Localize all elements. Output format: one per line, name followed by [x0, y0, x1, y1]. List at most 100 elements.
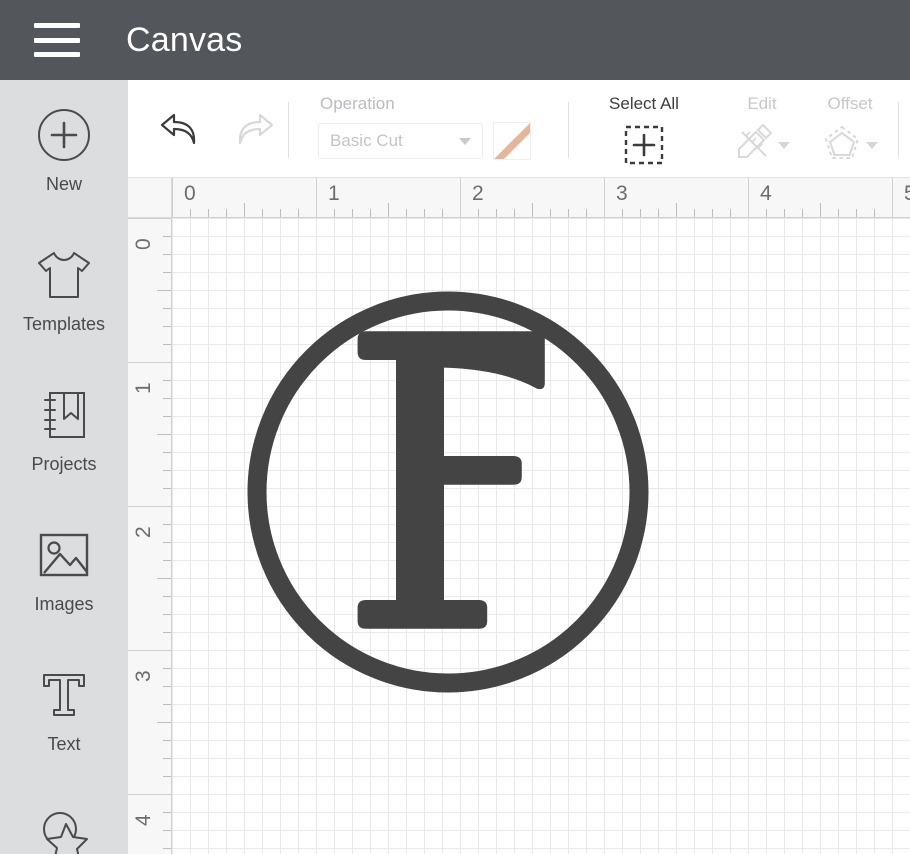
ruler-major-line [316, 178, 317, 217]
ruler-major-line [128, 218, 171, 219]
edit-button[interactable]: Edit [716, 94, 808, 166]
ruler-tick [163, 344, 171, 345]
ruler-major-line [128, 794, 171, 795]
ruler-tick [163, 758, 171, 759]
ruler-tick [163, 686, 171, 687]
ruler-label: 0 [132, 238, 155, 250]
ruler-tick [163, 398, 171, 399]
hamburger-line [34, 23, 80, 28]
edit-pencil-ruler-icon [734, 123, 774, 167]
ruler-tick [334, 209, 335, 217]
toolbar-divider [568, 102, 569, 158]
vertical-ruler[interactable]: 0 1 2 3 4 [128, 218, 172, 854]
ruler-tick [514, 209, 515, 217]
toolbar-divider [898, 102, 899, 158]
ruler-tick [550, 209, 551, 217]
offset-label: Offset [827, 94, 873, 113]
chevron-down-icon [778, 141, 790, 149]
notebook-bookmark-icon [35, 386, 93, 444]
design-canvas[interactable] [172, 218, 910, 854]
ruler-tick [163, 326, 171, 327]
app-header: Canvas [0, 0, 910, 80]
redo-arrow-icon[interactable] [230, 106, 278, 152]
left-sidebar: New Templates Projects Images Text [0, 80, 128, 854]
ruler-tick [262, 209, 263, 217]
ruler-tick [442, 209, 443, 217]
linetype-swatch-icon[interactable] [493, 122, 531, 160]
ruler-tick [424, 209, 425, 217]
ruler-tick [388, 203, 389, 217]
select-all-button[interactable]: Select All [594, 94, 694, 166]
ruler-tick [298, 209, 299, 217]
image-icon [35, 526, 93, 584]
ruler-major-line [172, 178, 173, 217]
ruler-tick [157, 722, 171, 723]
hamburger-line [34, 37, 80, 43]
ruler-tick [856, 209, 857, 217]
ruler-tick [163, 776, 171, 777]
ruler-major-line [892, 178, 893, 217]
ruler-tick [640, 209, 641, 217]
offset-pentagon-icon [822, 124, 862, 167]
tshirt-icon [35, 246, 93, 304]
ruler-tick [157, 578, 171, 579]
ruler-label: 1 [328, 182, 340, 205]
ruler-tick [694, 209, 695, 217]
ruler-tick [163, 308, 171, 309]
operation-value: Basic Cut [330, 131, 403, 150]
ruler-tick [163, 632, 171, 633]
ruler-tick [163, 668, 171, 669]
ruler-tick [163, 830, 171, 831]
ruler-tick [163, 704, 171, 705]
swatch-stripe [494, 123, 530, 159]
offset-button[interactable]: Offset [800, 94, 900, 166]
ruler-tick [352, 209, 353, 217]
circled-letter-f[interactable] [238, 282, 658, 702]
sidebar-item-new[interactable]: New [0, 80, 128, 220]
sidebar-item-projects[interactable]: Projects [0, 360, 128, 500]
ruler-major-line [748, 178, 749, 217]
select-all-icon [623, 124, 665, 166]
select-all-label: Select All [609, 94, 679, 113]
sidebar-item-label: Text [47, 733, 81, 754]
sidebar-item-images[interactable]: Images [0, 500, 128, 640]
ruler-tick [766, 209, 767, 217]
ruler-tick [622, 209, 623, 217]
sidebar-item-shapes[interactable]: Shapes [0, 780, 128, 854]
horizontal-ruler[interactable]: 0 1 2 3 4 5 [172, 178, 910, 218]
ruler-tick [874, 209, 875, 217]
operation-select[interactable]: Basic Cut [318, 123, 483, 159]
ruler-tick [163, 470, 171, 471]
ruler-major-line [460, 178, 461, 217]
ruler-tick [163, 542, 171, 543]
hamburger-line [34, 52, 80, 57]
ruler-corner [128, 178, 172, 218]
ruler-tick [163, 848, 171, 849]
ruler-tick [163, 254, 171, 255]
ruler-tick [676, 203, 677, 217]
page-title: Canvas [126, 20, 243, 59]
ruler-tick [658, 209, 659, 217]
chevron-down-icon [459, 137, 471, 145]
ruler-tick [838, 209, 839, 217]
shapes-star-circle-icon [35, 806, 93, 854]
ruler-tick [586, 209, 587, 217]
ruler-tick [163, 524, 171, 525]
ruler-tick [280, 209, 281, 217]
ruler-label: 4 [132, 814, 155, 826]
ruler-tick [163, 488, 171, 489]
ruler-tick [370, 209, 371, 217]
hamburger-menu-icon[interactable] [34, 23, 80, 57]
sidebar-item-label: New [45, 173, 82, 194]
ruler-label: 3 [132, 670, 155, 682]
ruler-tick [163, 452, 171, 453]
sidebar-item-templates[interactable]: Templates [0, 220, 128, 360]
operation-row: Basic Cut [318, 122, 531, 160]
ruler-tick [163, 560, 171, 561]
undo-arrow-icon[interactable] [156, 106, 204, 152]
cricut-design-space-app: Canvas New Templates Projects Images Tex… [0, 0, 910, 854]
ruler-label: 0 [184, 182, 196, 205]
ruler-tick [532, 203, 533, 217]
sidebar-item-text[interactable]: Text [0, 640, 128, 780]
ruler-tick [157, 434, 171, 435]
